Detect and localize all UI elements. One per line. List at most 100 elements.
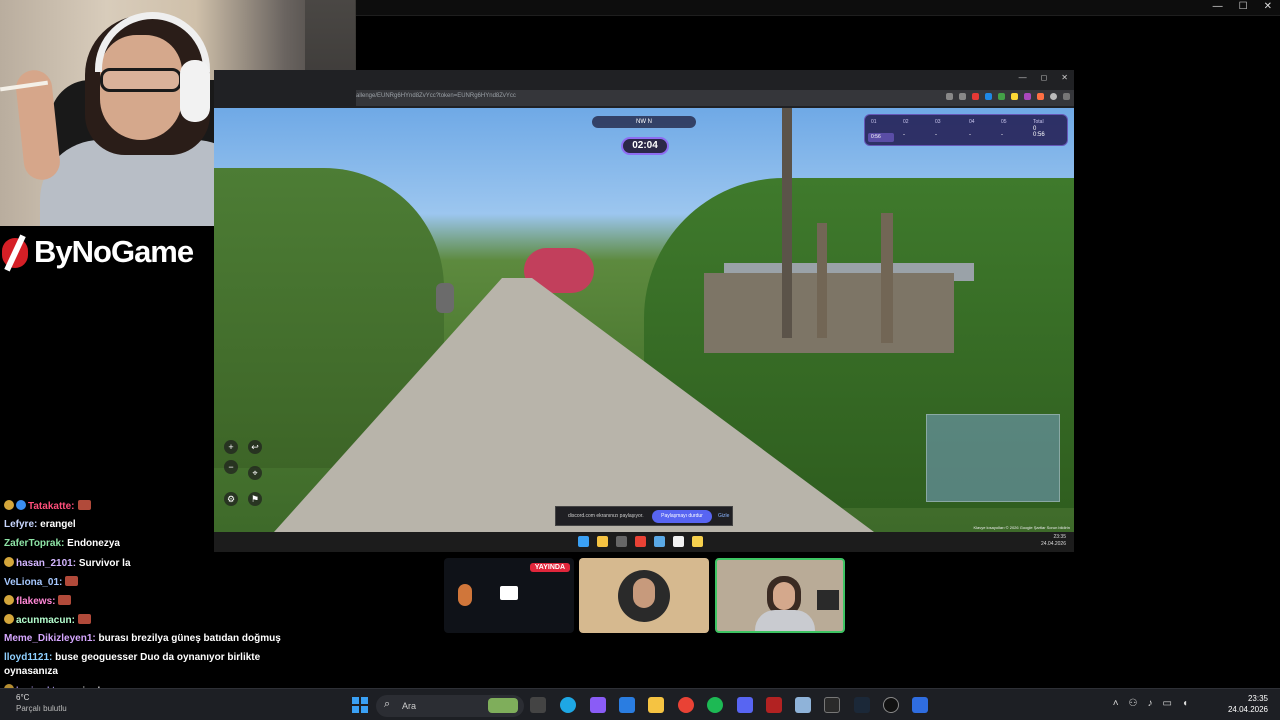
participant-tile-stream[interactable]: YAYINDA	[444, 558, 574, 633]
badge-icon	[16, 500, 26, 510]
spotify-icon[interactable]	[707, 697, 723, 713]
chat-username: Lefyre:	[4, 519, 38, 530]
location-pin-icon[interactable]: ⌖	[248, 466, 262, 480]
chat-text: Endonezya	[67, 538, 120, 549]
address-bar[interactable]: allenge/EUNRg6HYnd8ZvYcc?token=EUNRg6HYn…	[356, 93, 516, 99]
chat-username: Meme_Dikizleyen1:	[4, 633, 96, 644]
maximize-icon[interactable]: ☐	[1239, 1, 1248, 12]
participant-face	[773, 582, 795, 610]
taskbar-search[interactable]: ⌕ Ara	[376, 695, 524, 717]
round-total: Total 0 0:56	[1033, 119, 1045, 138]
start-button[interactable]	[352, 697, 368, 713]
chat-username: ZaferToprak:	[4, 538, 65, 549]
chevron-up-icon[interactable]: ˄	[1113, 698, 1119, 709]
undo-icon[interactable]: ↩	[248, 440, 262, 454]
shared-screen-taskbar: 23:35 24.04.2026	[214, 532, 1074, 552]
copilot-icon[interactable]	[590, 697, 606, 713]
extension-icon[interactable]	[1037, 93, 1044, 100]
headphone-cup	[180, 60, 210, 122]
chat-username: hasan_2101:	[16, 558, 77, 569]
file-explorer-icon[interactable]	[648, 697, 664, 713]
hide-button[interactable]: Gizle	[718, 513, 729, 519]
close-icon[interactable]: ✕	[1061, 73, 1068, 82]
profile-icon[interactable]	[1050, 93, 1057, 100]
volume-icon[interactable]: ◖	[1182, 698, 1188, 709]
thumbnail-figure	[458, 584, 472, 606]
participant-shirt	[755, 610, 815, 631]
sponsor-brand: ByNoGame	[0, 226, 214, 278]
chat-message: lloyd1121: buse geoguesser Duo da oynanı…	[4, 652, 260, 663]
chat-overlay: Tatakatte: Lefyre: erangel ZaferToprak: …	[0, 486, 300, 695]
app-icon[interactable]	[795, 697, 811, 713]
zoom-out-icon[interactable]: −	[224, 460, 238, 474]
extension-icon[interactable]	[1011, 93, 1018, 100]
chrome-icon[interactable]	[678, 697, 694, 713]
screen-share-icon	[500, 586, 518, 600]
compass-bar: NW N	[592, 116, 696, 128]
round-cell: 05-	[1001, 119, 1007, 138]
chat-text: erangel	[40, 519, 76, 530]
chat-message: Tatakatte:	[4, 500, 91, 512]
emote-icon	[65, 576, 79, 586]
minimize-icon[interactable]: —	[1019, 73, 1027, 82]
participant-tile-user[interactable]	[579, 558, 709, 633]
minimize-icon[interactable]: —	[1213, 1, 1223, 12]
extension-icon[interactable]	[972, 93, 979, 100]
app-icon	[616, 536, 627, 547]
round-cell: 02-	[903, 119, 909, 138]
search-icon: ⌕	[384, 698, 391, 710]
windows-taskbar: 6°C Parçalı bulutlu ⌕ Ara ˄ ⚇ ♪ ▭ ◖ 23:3…	[0, 688, 1280, 720]
stop-sharing-button[interactable]: Paylaşmayı durdur	[652, 510, 712, 523]
round-cell: 04-	[969, 119, 975, 138]
chat-text: buse geoguesser Duo da oynanıyor birlikt…	[55, 652, 261, 663]
participant-background-tv	[817, 590, 839, 610]
screen-share-bar: discord.com ekranınızı paylaşıyor. Payla…	[555, 506, 733, 526]
discord-icon[interactable]	[737, 697, 753, 713]
store-icon[interactable]	[619, 697, 635, 713]
brand-name: ByNoGame	[34, 234, 194, 269]
task-view-icon[interactable]	[530, 697, 546, 713]
live-badge: YAYINDA	[529, 563, 570, 572]
chat-message: Meme_Dikizleyen1: burası brezilya güneş …	[4, 633, 281, 644]
active-round-time: 0:56	[868, 133, 894, 142]
app-icon[interactable]	[912, 697, 928, 713]
app-icon[interactable]	[766, 697, 782, 713]
share-status-text: discord.com ekranınızı paylaşıyor.	[568, 513, 644, 519]
steam-icon[interactable]	[854, 697, 870, 713]
round-timer: 02:04	[621, 137, 669, 155]
menu-icon[interactable]	[1063, 93, 1070, 100]
microphone-icon[interactable]: ♪	[1148, 698, 1153, 709]
taskbar-clock[interactable]: 23:35 24.04.2026	[1228, 693, 1268, 715]
app-icon	[673, 536, 684, 547]
network-icon[interactable]: ⚇	[1129, 698, 1138, 709]
edge-icon[interactable]	[560, 697, 576, 713]
round-cell: 01	[871, 119, 877, 125]
share-icon[interactable]	[946, 93, 953, 100]
chat-message: VeLiona_01:	[4, 576, 79, 588]
chat-message: oynasanıza	[4, 666, 58, 677]
app-icon[interactable]	[883, 697, 899, 713]
participant-tile-speaking[interactable]	[715, 558, 845, 633]
extension-icon[interactable]	[998, 93, 1005, 100]
extension-icon[interactable]	[1024, 93, 1031, 100]
chat-message: acunmacun:	[4, 614, 91, 626]
chat-message: flakews:	[4, 595, 72, 607]
system-tray: ˄ ⚇ ♪ ▭ ◖	[1113, 698, 1188, 709]
monitor-icon[interactable]: ▭	[1163, 698, 1172, 709]
chat-username: flakews:	[16, 596, 56, 607]
shared-taskbar-apps	[578, 536, 703, 547]
round-cell: 03-	[935, 119, 941, 138]
star-icon[interactable]	[959, 93, 966, 100]
street-view-panorama[interactable]: NW N 02:04 01 02- 03- 04- 05- Total 0 0:…	[214, 108, 1074, 532]
emote-icon	[58, 595, 72, 605]
epic-games-icon[interactable]	[824, 697, 840, 713]
emote-icon	[77, 614, 91, 624]
close-icon[interactable]: ✕	[1264, 1, 1272, 12]
maximize-icon[interactable]: ◻	[1041, 73, 1048, 82]
extension-icon[interactable]	[985, 93, 992, 100]
guess-minimap[interactable]	[926, 414, 1060, 502]
chat-text: Survivor la	[78, 558, 131, 569]
zoom-in-icon[interactable]: +	[224, 440, 238, 454]
weather-widget[interactable]: 6°C Parçalı bulutlu	[16, 692, 67, 714]
badge-icon	[4, 614, 14, 624]
